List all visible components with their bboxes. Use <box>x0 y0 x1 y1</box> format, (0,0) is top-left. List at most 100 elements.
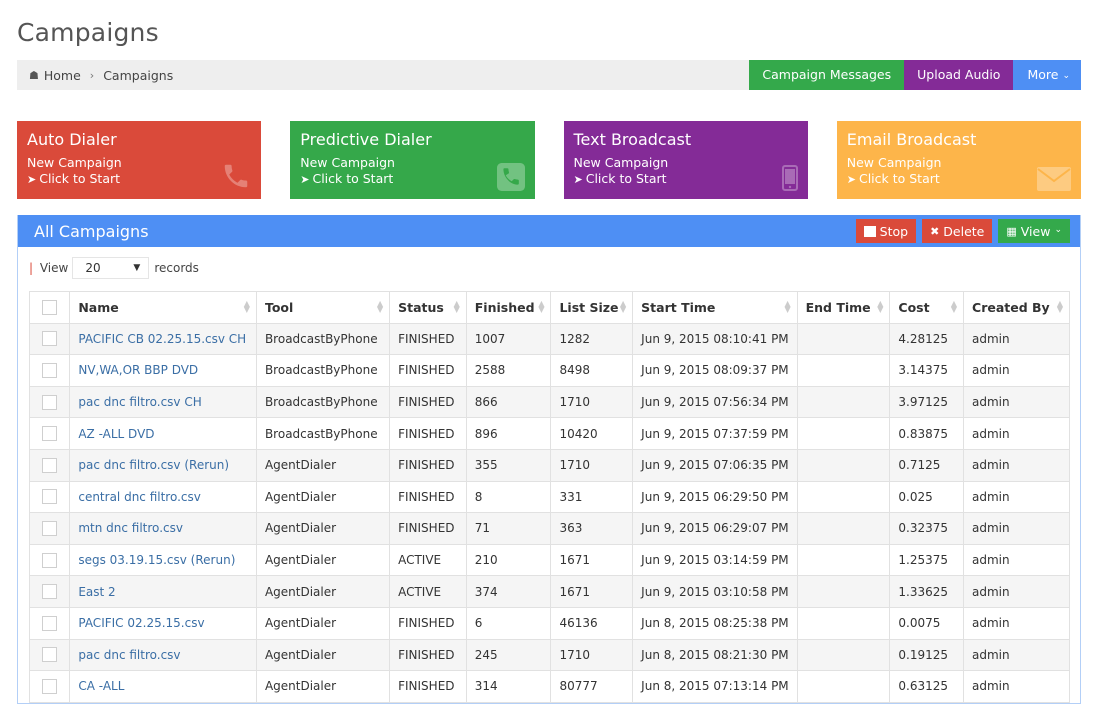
all-campaigns-panel: All Campaigns Stop ✖ Delete ▦ View ⌄ | View… <box>17 215 1081 704</box>
row-select-cell <box>28 512 71 545</box>
row-checkbox[interactable] <box>42 426 58 442</box>
tile-predictive-dialer[interactable]: Predictive Dialer New Campaign ➤ Click to… <box>290 121 535 199</box>
cell-list-size: 80777 <box>550 670 634 703</box>
top-actions: Campaign Messages Upload Audio More ⌄ <box>749 60 1081 90</box>
cell-list-size: 1710 <box>550 638 634 672</box>
cell-tool: AgentDialer <box>255 512 391 545</box>
cell-created-by: admin <box>963 354 1070 387</box>
campaign-name-link[interactable]: PACIFIC 02.25.15.csv <box>78 616 204 630</box>
campaign-name-link[interactable]: segs 03.19.15.csv (Rerun) <box>78 553 235 567</box>
delete-button[interactable]: ✖ Delete <box>922 219 993 243</box>
table-row[interactable]: PACIFIC CB 02.25.15.csv CH BroadcastByPh… <box>28 322 1070 356</box>
cell-start-time: Jun 9, 2015 07:06:35 PM <box>632 448 798 482</box>
cell-finished: 374 <box>465 575 552 608</box>
more-dropdown-button[interactable]: More ⌄ <box>1013 60 1081 90</box>
row-checkbox[interactable] <box>42 647 58 663</box>
campaign-name-link[interactable]: central dnc filtro.csv <box>78 490 201 504</box>
cell-start-time: Jun 8, 2015 07:13:14 PM <box>632 670 798 703</box>
row-checkbox[interactable] <box>42 552 58 568</box>
row-checkbox[interactable] <box>42 678 58 694</box>
table-row[interactable]: central dnc filtro.csv AgentDialer FINIS… <box>28 480 1070 514</box>
campaign-name-link[interactable]: pac dnc filtro.csv <box>78 648 180 662</box>
table-row[interactable]: pac dnc filtro.csv CH BroadcastByPhone F… <box>28 385 1070 419</box>
table-row[interactable]: AZ -ALL DVD BroadcastByPhone FINISHED 89… <box>28 417 1070 450</box>
cell-end-time <box>796 385 891 419</box>
cell-finished: 314 <box>465 670 552 703</box>
cell-tool: BroadcastByPhone <box>255 417 391 450</box>
arrow-circle-right-icon: ➤ <box>27 173 37 186</box>
select-all-checkbox[interactable] <box>42 300 58 316</box>
table-row[interactable]: PACIFIC 02.25.15.csv AgentDialer FINISHE… <box>28 606 1070 640</box>
column-header-name[interactable]: Name ▲ ▼ <box>69 291 257 324</box>
campaign-name-link[interactable]: AZ -ALL DVD <box>78 427 154 441</box>
tile-cta[interactable]: ➤ Click to Start <box>27 171 251 188</box>
campaign-name-link[interactable]: East 2 <box>78 585 115 599</box>
row-select-cell <box>28 385 71 419</box>
column-header-created-by[interactable]: Created By ▲ ▼ <box>963 291 1070 324</box>
cell-name: AZ -ALL DVD <box>69 417 257 450</box>
row-checkbox[interactable] <box>42 584 58 600</box>
upload-audio-button[interactable]: Upload Audio <box>904 60 1014 90</box>
table-row[interactable]: pac dnc filtro.csv AgentDialer FINISHED … <box>28 638 1070 672</box>
cell-name: mtn dnc filtro.csv <box>69 512 257 545</box>
cell-status: FINISHED <box>389 512 467 545</box>
table-row[interactable]: NV,WA,OR BBP DVD BroadcastByPhone FINISH… <box>28 354 1070 387</box>
view-dropdown-button[interactable]: ▦ View ⌄ <box>998 219 1070 243</box>
row-checkbox[interactable] <box>42 489 58 505</box>
row-checkbox[interactable] <box>42 362 58 378</box>
tile-cta[interactable]: ➤ Click to Start <box>574 171 798 188</box>
tile-cta-label: Click to Start <box>312 171 394 186</box>
breadcrumb: ☗ Home › Campaigns <box>17 68 173 83</box>
table-row[interactable]: East 2 AgentDialer ACTIVE 374 1671 Jun 9… <box>28 575 1070 608</box>
row-checkbox[interactable] <box>42 457 58 473</box>
sort-icon: ▲ ▼ <box>1056 299 1063 315</box>
cell-list-size: 1671 <box>550 575 634 608</box>
cell-end-time <box>796 606 891 640</box>
table-row[interactable]: segs 03.19.15.csv (Rerun) AgentDialer AC… <box>28 543 1070 577</box>
tile-text-broadcast[interactable]: Text Broadcast New Campaign ➤ Click to St… <box>563 121 808 199</box>
row-checkbox[interactable] <box>42 615 58 631</box>
breadcrumb-home[interactable]: Home <box>44 68 81 83</box>
column-header-start-time[interactable]: Start Time ▲ ▼ <box>632 291 798 324</box>
cell-tool: AgentDialer <box>255 480 391 514</box>
cell-created-by: admin <box>963 417 1070 450</box>
arrow-circle-right-icon: ➤ <box>573 173 583 186</box>
campaign-name-link[interactable]: pac dnc filtro.csv (Rerun) <box>78 458 229 472</box>
stop-button[interactable]: Stop <box>855 219 917 243</box>
page: Campaigns ☗ Home › Campaigns Campaign Me… <box>0 0 1100 704</box>
cell-list-size: 10420 <box>550 417 634 450</box>
row-checkbox[interactable] <box>42 394 58 410</box>
campaign-name-link[interactable]: pac dnc filtro.csv CH <box>78 395 201 409</box>
cell-cost: 0.63125 <box>889 670 965 703</box>
cell-status: FINISHED <box>389 606 467 640</box>
table-row[interactable]: CA -ALL AgentDialer FINISHED 314 80777 J… <box>28 670 1070 703</box>
cell-status: FINISHED <box>389 638 467 672</box>
cell-end-time <box>796 417 891 450</box>
sort-icon: ▲ ▼ <box>243 299 250 315</box>
tile-auto-dialer[interactable]: Auto Dialer New Campaign ➤ Click to Start <box>17 121 262 199</box>
column-header-list-size[interactable]: List Size ▲ ▼ <box>550 291 634 324</box>
campaign-name-link[interactable]: mtn dnc filtro.csv <box>78 521 183 535</box>
campaign-name-link[interactable]: NV,WA,OR BBP DVD <box>78 363 198 377</box>
campaign-messages-button[interactable]: Campaign Messages <box>749 60 905 90</box>
tile-subtitle: New Campaign <box>573 155 669 170</box>
row-checkbox[interactable] <box>42 520 58 536</box>
column-header-cost[interactable]: Cost ▲ ▼ <box>889 291 965 324</box>
table-row[interactable]: pac dnc filtro.csv (Rerun) AgentDialer F… <box>28 448 1070 482</box>
phone-icon <box>225 164 248 188</box>
campaign-name-link[interactable]: PACIFIC CB 02.25.15.csv CH <box>78 332 246 346</box>
column-header-status[interactable]: Status ▲ ▼ <box>389 291 467 324</box>
row-checkbox[interactable] <box>42 331 58 347</box>
tile-email-broadcast[interactable]: Email Broadcast New Campaign ➤ Click to S… <box>836 121 1081 199</box>
column-header-end-time[interactable]: End Time ▲ ▼ <box>796 291 891 324</box>
breadcrumb-current: Campaigns <box>103 67 174 83</box>
campaign-name-link[interactable]: CA -ALL <box>78 679 124 693</box>
table-row[interactable]: mtn dnc filtro.csv AgentDialer FINISHED … <box>28 512 1070 545</box>
tile-subtitle: New Campaign <box>300 155 395 170</box>
cell-finished: 896 <box>465 417 552 450</box>
column-header-finished[interactable]: Finished ▲ ▼ <box>465 291 552 324</box>
column-header-tool[interactable]: Tool ▲ ▼ <box>255 291 391 324</box>
tile-cta[interactable]: ➤ Click to Start <box>300 171 524 188</box>
page-size-select[interactable]: 20 ▼ <box>72 257 150 279</box>
cell-start-time: Jun 9, 2015 07:56:34 PM <box>632 385 798 419</box>
